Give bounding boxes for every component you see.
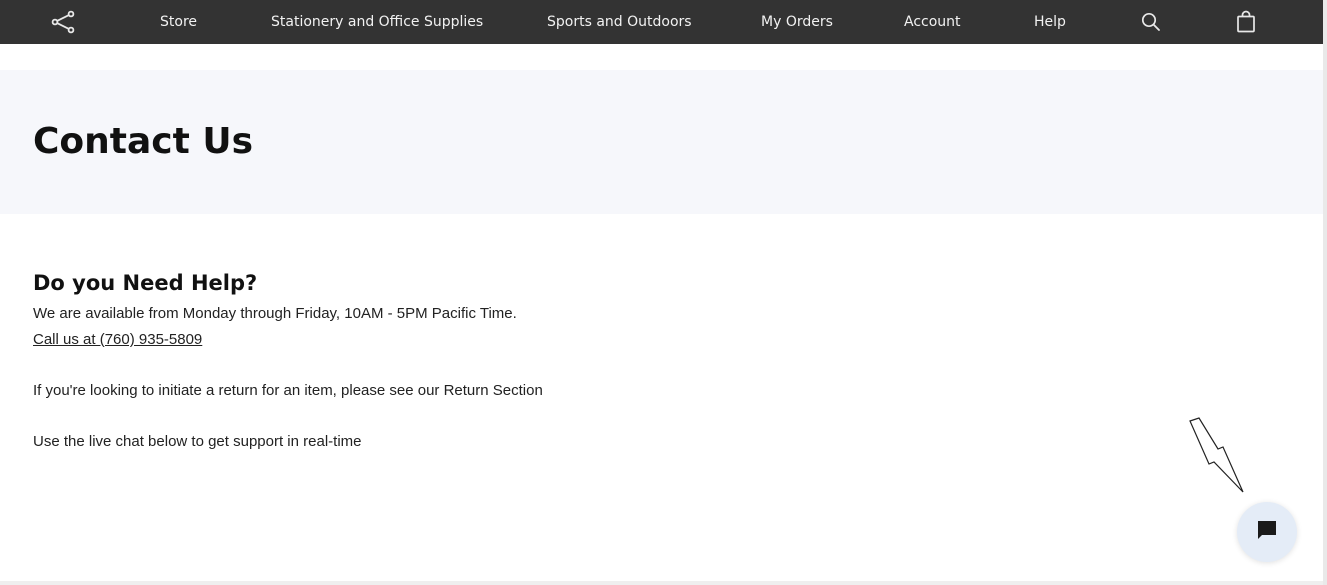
scrollbar-track[interactable] [1323,0,1327,585]
help-heading: Do you Need Help? [33,271,258,295]
nav-item-account[interactable]: Account [904,0,961,44]
chat-bubble-icon [1256,519,1278,546]
nav-item-store[interactable]: Store [160,0,197,44]
top-navbar: Store Stationery and Office Supplies Spo… [0,0,1323,44]
nav-item-sports-outdoors[interactable]: Sports and Outdoors [547,0,692,44]
availability-text: We are available from Monday through Fri… [33,305,517,322]
live-chat-button[interactable] [1237,502,1297,562]
nav-item-help[interactable]: Help [1034,0,1066,44]
footer-edge [0,581,1323,585]
live-chat-text: Use the live chat below to get support i… [33,433,362,450]
phone-link[interactable]: Call us at (760) 935-5809 [33,331,202,348]
nav-item-my-orders[interactable]: My Orders [761,0,833,44]
search-icon[interactable] [1139,10,1163,34]
nav-item-stationery[interactable]: Stationery and Office Supplies [271,0,483,44]
page-title: Contact Us [33,121,254,162]
pointer-arrow-icon [1186,416,1246,496]
returns-text: If you're looking to initiate a return f… [33,382,543,399]
contact-page: Store Stationery and Office Supplies Spo… [0,0,1327,585]
shopping-bag-icon[interactable] [1234,10,1258,34]
share-icon[interactable] [50,10,76,34]
phone-line: Call us at (760) 935-5809 [33,330,202,350]
